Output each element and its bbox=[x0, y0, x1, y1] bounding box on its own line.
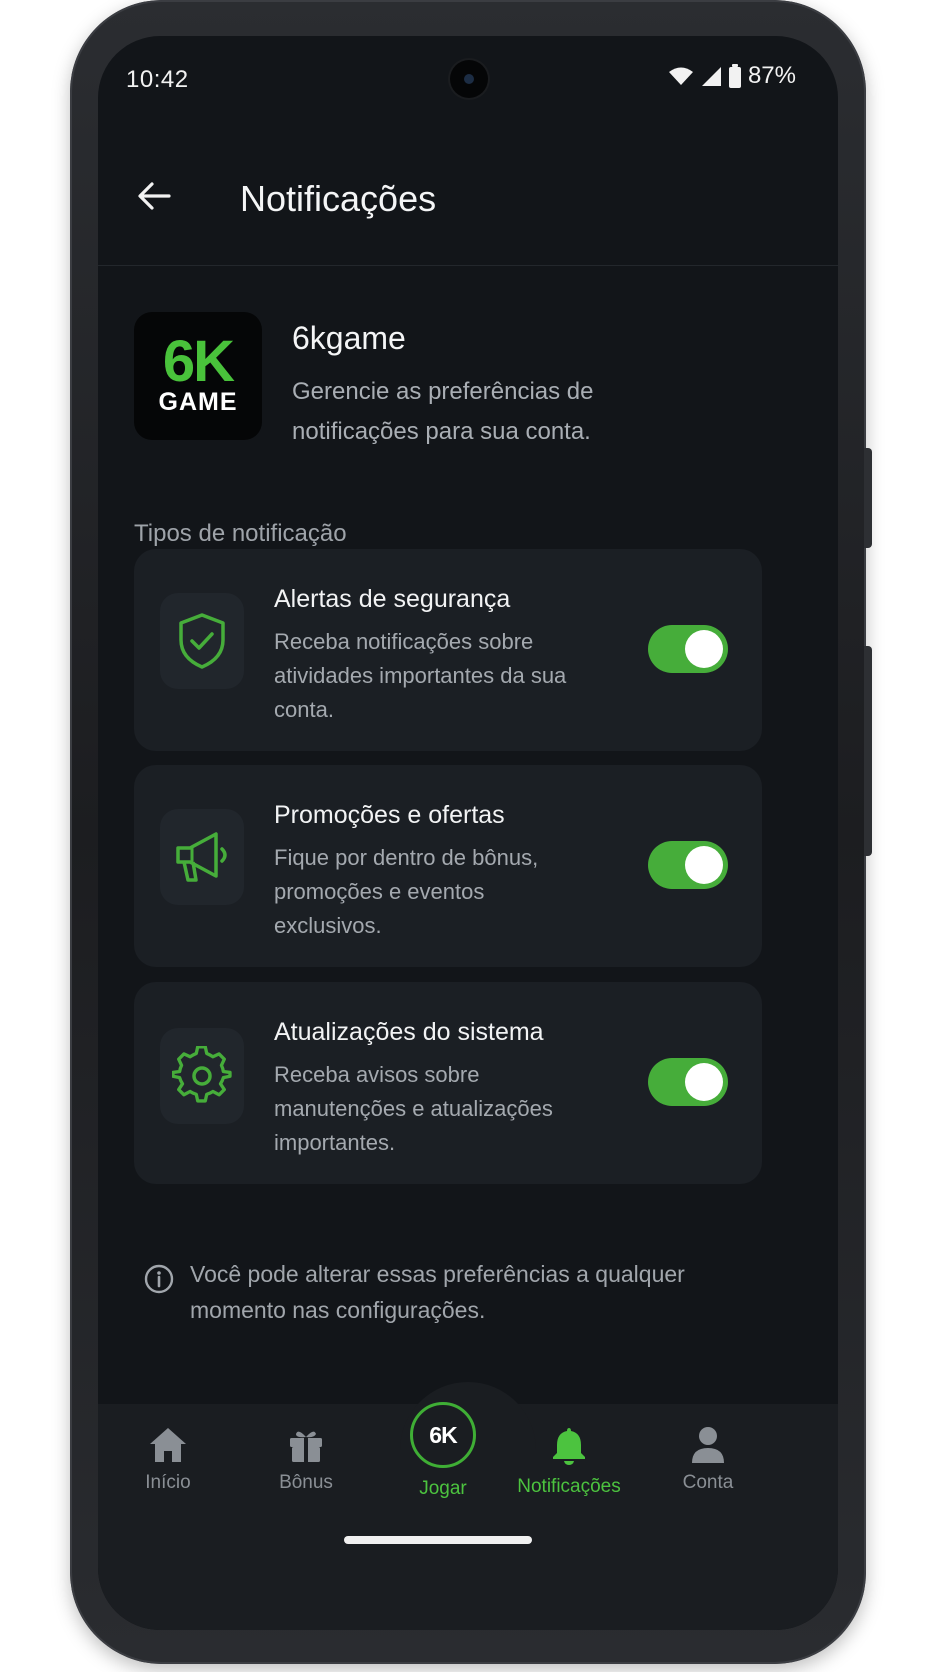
shield-check-icon bbox=[179, 613, 225, 669]
setting-icon-box bbox=[160, 809, 244, 905]
battery-percent: 87% bbox=[747, 62, 796, 89]
gift-icon bbox=[290, 1431, 322, 1462]
app-name: 6kgame bbox=[292, 320, 406, 356]
back-button[interactable] bbox=[128, 170, 180, 222]
info-icon bbox=[144, 1264, 174, 1294]
nav-item-inicio[interactable]: Início bbox=[103, 1426, 233, 1494]
setting-description: Receba avisos sobre manutenções e atuali… bbox=[274, 1062, 553, 1155]
logo-game: GAME bbox=[158, 388, 238, 416]
home-indicator[interactable] bbox=[344, 1536, 532, 1544]
security-toggle[interactable] bbox=[648, 625, 728, 673]
nav-label-jogar: Jogar bbox=[419, 1478, 467, 1499]
megaphone-icon bbox=[176, 832, 227, 882]
setting-title: Atualizações do sistema bbox=[274, 1018, 544, 1046]
app-logo: 6K GAME bbox=[134, 312, 262, 440]
power-button bbox=[864, 448, 872, 548]
screen: 10:42 87% Notificações 6K GAME 6kgame Ge… bbox=[98, 36, 838, 1630]
gear-icon bbox=[172, 1046, 232, 1103]
nav-item-jogar[interactable]: 6K bbox=[410, 1402, 476, 1468]
volume-button bbox=[864, 646, 872, 856]
battery-icon bbox=[728, 64, 741, 88]
signal-icon bbox=[701, 67, 721, 86]
front-camera bbox=[450, 60, 488, 98]
nav-item-notificacoes[interactable] bbox=[504, 1426, 634, 1466]
home-icon bbox=[150, 1428, 186, 1462]
nav-item-notificacoes-label: Notificações bbox=[504, 1468, 634, 1498]
app-bar: Notificações bbox=[98, 120, 838, 266]
setting-icon-box bbox=[160, 593, 244, 689]
nav-label: Notificações bbox=[517, 1476, 621, 1497]
status-icons: 87% bbox=[668, 62, 796, 90]
nav-item-conta[interactable]: Conta bbox=[643, 1426, 773, 1494]
toggle-knob bbox=[685, 1063, 723, 1101]
setting-card-promotions: Promoções e ofertas Fique por dentro de … bbox=[134, 765, 762, 967]
system-updates-toggle[interactable] bbox=[648, 1058, 728, 1106]
user-icon bbox=[692, 1427, 724, 1463]
6k-logo-icon: 6K bbox=[429, 1421, 457, 1448]
setting-icon-box bbox=[160, 1028, 244, 1124]
setting-title: Alertas de segurança bbox=[274, 585, 511, 613]
bell-icon bbox=[553, 1428, 585, 1465]
toggle-knob bbox=[685, 846, 723, 884]
wifi-icon bbox=[668, 67, 693, 85]
arrow-left-icon bbox=[138, 182, 171, 210]
status-time: 10:42 bbox=[126, 66, 189, 93]
nav-label: Conta bbox=[682, 1472, 734, 1493]
section-label: Tipos de notificação bbox=[134, 520, 347, 547]
app-description: Gerencie as preferências de notificações… bbox=[292, 378, 594, 445]
app-header: 6K GAME 6kgame Gerencie as preferências … bbox=[134, 312, 800, 452]
page-title: Notificações bbox=[240, 178, 437, 219]
setting-card-security: Alertas de segurança Receba notificações… bbox=[134, 549, 762, 751]
setting-card-system: Atualizações do sistema Receba avisos so… bbox=[134, 982, 762, 1184]
setting-description: Fique por dentro de bônus, promoções e e… bbox=[274, 845, 539, 938]
nav-item-bonus[interactable]: Bônus bbox=[241, 1426, 371, 1494]
logo-6k: 6K bbox=[162, 329, 235, 394]
nav-label: Bônus bbox=[279, 1472, 333, 1493]
setting-description: Receba notificações sobre atividades imp… bbox=[274, 629, 567, 722]
info-text: Você pode alterar essas preferências a q… bbox=[190, 1261, 685, 1323]
setting-title: Promoções e ofertas bbox=[274, 801, 505, 829]
nav-label: Início bbox=[145, 1472, 191, 1493]
promotions-toggle[interactable] bbox=[648, 841, 728, 889]
status-bar: 10:42 87% bbox=[98, 36, 838, 120]
toggle-knob bbox=[685, 630, 723, 668]
